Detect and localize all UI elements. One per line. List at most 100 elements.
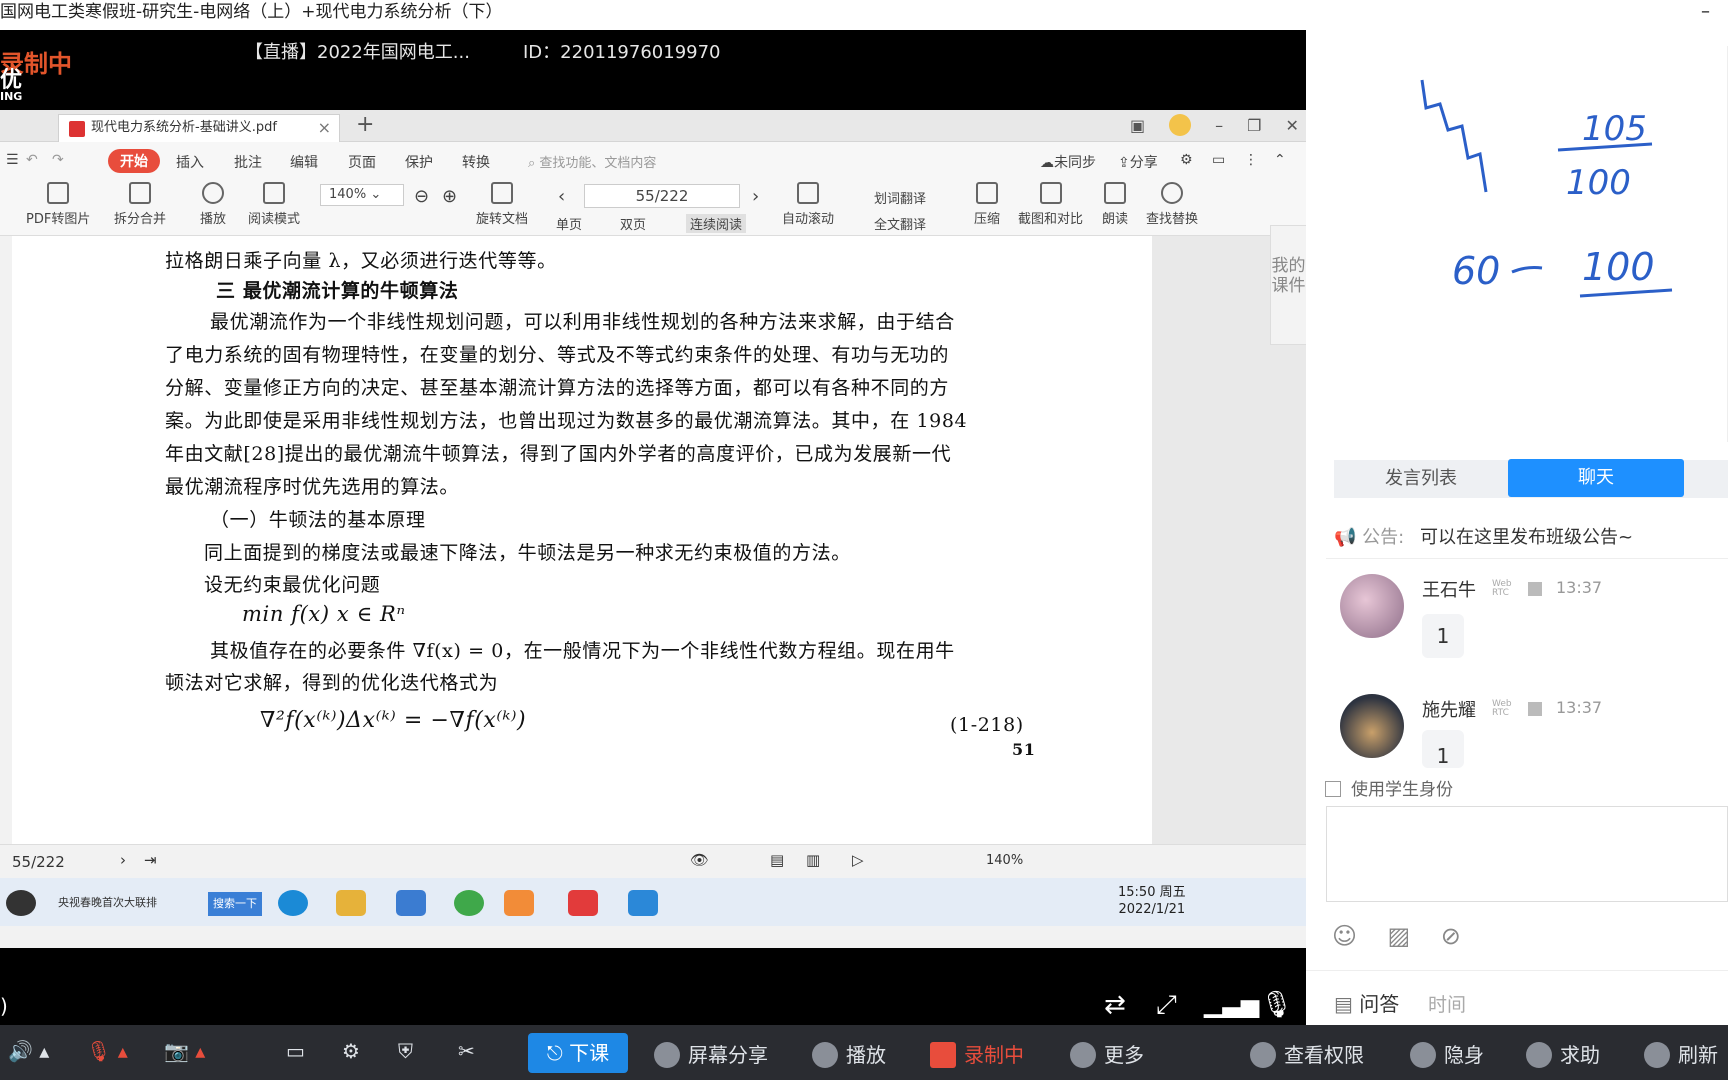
taskbar-search-button[interactable]: 搜索一下	[208, 892, 262, 916]
whiteboard-icon[interactable]: ▭	[286, 1039, 305, 1063]
menu-convert[interactable]: 转换	[462, 152, 490, 172]
next-page-icon[interactable]: ›	[120, 851, 126, 869]
prev-page-icon[interactable]: ‹	[558, 186, 565, 207]
mail-icon[interactable]	[396, 890, 426, 916]
tab-speaker-list[interactable]: 发言列表	[1334, 460, 1508, 498]
checkbox[interactable]	[1325, 781, 1341, 797]
close-icon[interactable]: ✕	[1285, 116, 1298, 135]
loop-icon[interactable]: ⇄	[1104, 990, 1126, 1020]
comment-icon[interactable]: ▭	[1212, 152, 1225, 168]
layout-icon[interactable]: ▣	[1130, 116, 1145, 135]
play-icon[interactable]: ▷	[852, 851, 864, 869]
ie-icon[interactable]	[454, 890, 484, 916]
tool-play[interactable]: 播放	[200, 182, 226, 227]
microphone-icon[interactable]: 🎙	[1260, 990, 1293, 1020]
wps-icon[interactable]	[568, 890, 598, 916]
menu-icon[interactable]: ☰	[6, 152, 19, 168]
tool-word-translate[interactable]: 划词翻译	[874, 188, 926, 207]
invisible-button[interactable]: 隐身	[1410, 1039, 1484, 1068]
help-button[interactable]: 求助	[1526, 1039, 1600, 1068]
eye-icon[interactable]: 👁	[690, 851, 709, 869]
gear-icon[interactable]: ⚙	[342, 1039, 360, 1063]
menu-edit[interactable]: 编辑	[290, 152, 318, 172]
recording-button[interactable]: 录制中	[930, 1039, 1024, 1068]
collapse-icon[interactable]: ⌃	[1274, 152, 1286, 168]
tool-single-page[interactable]: 单页	[556, 214, 582, 233]
pdf-page[interactable]: 拉格朗日乘子向量 λ，又必须进行迭代等等。 三 最优潮流计算的牛顿算法 最优潮流…	[12, 236, 1152, 844]
refresh-button[interactable]: 刷新	[1644, 1039, 1718, 1068]
edge-icon[interactable]	[278, 890, 308, 916]
more-button[interactable]: 更多	[1070, 1039, 1144, 1068]
close-icon[interactable]: ×	[318, 115, 331, 141]
new-tab-button[interactable]: +	[356, 112, 374, 137]
avatar[interactable]	[1169, 114, 1192, 136]
single-page-icon[interactable]: ▤	[770, 851, 784, 869]
status-zoom[interactable]: 140%	[986, 853, 1023, 868]
menu-start[interactable]: 开始	[108, 149, 160, 173]
mic-mute-icon[interactable]: 🎙 ▴	[86, 1039, 128, 1063]
zoom-out-icon[interactable]: ⊖	[414, 186, 429, 207]
whiteboard[interactable]: 105 100 60 100	[1336, 46, 1728, 442]
my-courseware-tab[interactable]: 我的课件	[1270, 225, 1306, 345]
page-input[interactable]: 55/222	[584, 184, 740, 208]
sync-status[interactable]: ☁未同步	[1040, 152, 1096, 172]
scissors-icon[interactable]: ✂	[458, 1039, 475, 1063]
restore-icon[interactable]: ❐	[1247, 116, 1261, 135]
play-button[interactable]: 播放	[812, 1039, 886, 1068]
avatar[interactable]	[1340, 574, 1404, 638]
tool-read-mode[interactable]: 阅读模式	[248, 182, 300, 227]
document-tab[interactable]: 现代电力系统分析-基础讲义.pdf ×	[58, 114, 340, 142]
qa-time-sort[interactable]: 时间	[1428, 990, 1466, 1017]
double-page-icon[interactable]: ▥	[806, 851, 820, 869]
last-page-icon[interactable]: ⇥	[144, 851, 157, 869]
tool-continuous[interactable]: 连续阅读	[686, 214, 747, 233]
tool-compress[interactable]: 压缩	[974, 182, 1000, 227]
tool-find-replace[interactable]: 查找替换	[1146, 182, 1198, 227]
redo-icon[interactable]: ↷	[52, 152, 64, 168]
status-page[interactable]: 55/222	[12, 853, 65, 871]
screen-share-button[interactable]: 屏幕分享	[654, 1039, 768, 1068]
minimize-icon[interactable]: –	[1215, 116, 1223, 135]
app-icon[interactable]	[628, 890, 658, 916]
emoji-icon[interactable]: ☺	[1332, 922, 1357, 950]
qa-tab[interactable]: ▤ 问答	[1334, 988, 1399, 1017]
shield-icon[interactable]: ⛨	[398, 1039, 413, 1063]
taskbar-news[interactable]: 央视春晚首次大联排	[58, 894, 157, 910]
camera-mute-icon[interactable]: 📷 ▴	[164, 1039, 205, 1063]
app-icon[interactable]	[6, 890, 36, 916]
tool-split-merge[interactable]: 拆分合并	[114, 182, 166, 227]
share-button[interactable]: ⇪分享	[1118, 152, 1158, 172]
avatar[interactable]	[1340, 694, 1404, 758]
menu-page[interactable]: 页面	[348, 152, 376, 172]
menu-protect[interactable]: 保护	[405, 152, 433, 172]
chat-input[interactable]	[1326, 806, 1728, 902]
minimize-button[interactable]: –	[1701, 0, 1710, 24]
permissions-button[interactable]: 查看权限	[1250, 1039, 1364, 1068]
image-icon[interactable]: ▨	[1388, 922, 1411, 950]
tool-pdf-to-image[interactable]: PDF转图片	[26, 182, 90, 227]
end-class-button[interactable]: ⎋ 下课	[528, 1033, 628, 1073]
tab-chat[interactable]: 聊天	[1508, 459, 1684, 497]
tool-double-page[interactable]: 双页	[620, 214, 646, 233]
tool-rotate[interactable]: 旋转文档	[476, 182, 528, 227]
folder-icon[interactable]	[336, 890, 366, 916]
speaker-icon[interactable]: 🔊 ▴	[8, 1039, 49, 1063]
student-identity-toggle[interactable]: 使用学生身份	[1325, 775, 1453, 800]
more-icon[interactable]: ⋮	[1244, 152, 1258, 168]
clear-icon[interactable]: ⊘	[1441, 922, 1461, 950]
tool-full-translate[interactable]: 全文翻译	[874, 214, 926, 233]
next-page-icon[interactable]: ›	[752, 186, 759, 207]
settings-icon[interactable]: ⚙	[1180, 152, 1193, 168]
taskbar-clock[interactable]: 15:50 周五 2022/1/21	[1118, 884, 1186, 918]
menu-comment[interactable]: 批注	[234, 152, 262, 172]
zoom-select[interactable]: 140% ⌄	[320, 184, 404, 206]
search-input[interactable]: ⌕ 查找功能、文档内容	[528, 152, 656, 171]
tool-read-aloud[interactable]: 朗读	[1102, 182, 1128, 227]
fullscreen-icon[interactable]: ⤢	[1156, 990, 1177, 1021]
zoom-in-icon[interactable]: ⊕	[442, 186, 457, 207]
tool-auto-scroll[interactable]: 自动滚动	[782, 182, 834, 227]
tool-screenshot-compare[interactable]: 截图和对比	[1018, 182, 1083, 227]
classroom-app-icon[interactable]	[504, 890, 534, 916]
undo-icon[interactable]: ↶	[26, 152, 38, 168]
menu-insert[interactable]: 插入	[176, 152, 204, 172]
